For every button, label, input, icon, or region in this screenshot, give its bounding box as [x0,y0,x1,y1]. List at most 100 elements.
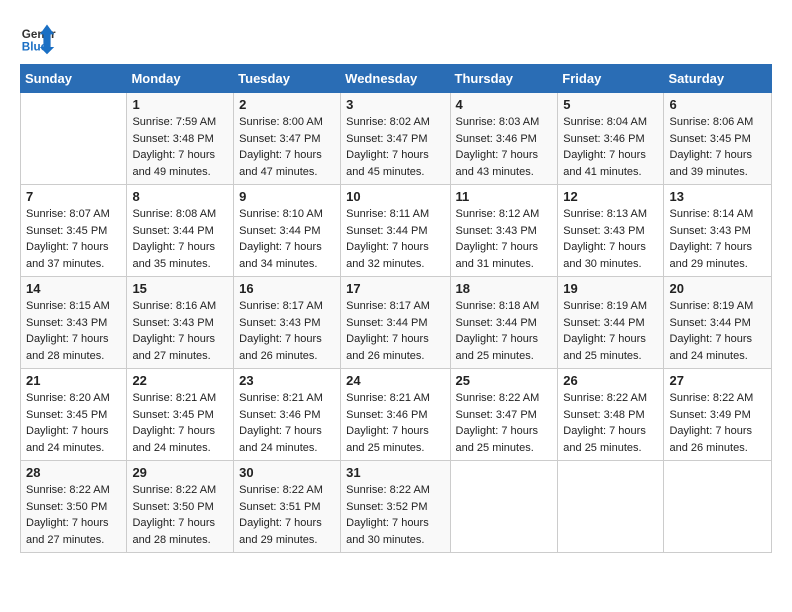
day-info: Sunrise: 8:08 AMSunset: 3:44 PMDaylight:… [132,206,228,272]
day-number: 1 [132,97,228,112]
sunset-text: Sunset: 3:45 PM [132,407,228,424]
sunset-text: Sunset: 3:44 PM [132,223,228,240]
sunset-text: Sunset: 3:44 PM [669,315,766,332]
calendar-cell: 25 Sunrise: 8:22 AMSunset: 3:47 PMDayligh… [450,369,558,461]
daylight-text: Daylight: 7 hours and 47 minutes. [239,147,335,180]
daylight-text: Daylight: 7 hours and 31 minutes. [456,239,553,272]
sunrise-text: Sunrise: 8:13 AM [563,206,658,223]
sunrise-text: Sunrise: 8:22 AM [456,390,553,407]
sunset-text: Sunset: 3:45 PM [26,223,121,240]
calendar-cell: 7 Sunrise: 8:07 AMSunset: 3:45 PMDaylight… [21,185,127,277]
calendar-cell: 11Sunrise: 8:12 AMSunset: 3:43 PMDayligh… [450,185,558,277]
day-number: 16 [239,281,335,296]
daylight-text: Daylight: 7 hours and 32 minutes. [346,239,444,272]
day-number: 31 [346,465,444,480]
calendar-cell: 2 Sunrise: 8:00 AMSunset: 3:47 PMDaylight… [234,93,341,185]
sunset-text: Sunset: 3:43 PM [132,315,228,332]
column-header-wednesday: Wednesday [341,65,450,93]
calendar-cell: 6 Sunrise: 8:06 AMSunset: 3:45 PMDaylight… [664,93,772,185]
daylight-text: Daylight: 7 hours and 49 minutes. [132,147,228,180]
day-info: Sunrise: 8:04 AMSunset: 3:46 PMDaylight:… [563,114,658,180]
day-number: 7 [26,189,121,204]
day-info: Sunrise: 8:06 AMSunset: 3:45 PMDaylight:… [669,114,766,180]
sunset-text: Sunset: 3:44 PM [239,223,335,240]
sunrise-text: Sunrise: 8:18 AM [456,298,553,315]
day-number: 10 [346,189,444,204]
calendar-week-row: 1 Sunrise: 7:59 AMSunset: 3:48 PMDaylight… [21,93,772,185]
daylight-text: Daylight: 7 hours and 25 minutes. [346,423,444,456]
calendar-cell: 22Sunrise: 8:21 AMSunset: 3:45 PMDayligh… [127,369,234,461]
daylight-text: Daylight: 7 hours and 25 minutes. [563,423,658,456]
day-info: Sunrise: 8:21 AMSunset: 3:46 PMDaylight:… [239,390,335,456]
sunset-text: Sunset: 3:44 PM [346,315,444,332]
calendar-cell: 14Sunrise: 8:15 AMSunset: 3:43 PMDayligh… [21,277,127,369]
day-info: Sunrise: 8:22 AMSunset: 3:47 PMDaylight:… [456,390,553,456]
sunset-text: Sunset: 3:43 PM [669,223,766,240]
day-number: 3 [346,97,444,112]
day-info: Sunrise: 8:22 AMSunset: 3:51 PMDaylight:… [239,482,335,548]
daylight-text: Daylight: 7 hours and 24 minutes. [132,423,228,456]
logo: General Blue [20,20,58,56]
day-info: Sunrise: 7:59 AMSunset: 3:48 PMDaylight:… [132,114,228,180]
calendar-cell: 15Sunrise: 8:16 AMSunset: 3:43 PMDayligh… [127,277,234,369]
day-info: Sunrise: 8:13 AMSunset: 3:43 PMDaylight:… [563,206,658,272]
day-number: 24 [346,373,444,388]
column-header-friday: Friday [558,65,664,93]
sunset-text: Sunset: 3:46 PM [456,131,553,148]
day-info: Sunrise: 8:22 AMSunset: 3:49 PMDaylight:… [669,390,766,456]
day-number: 2 [239,97,335,112]
daylight-text: Daylight: 7 hours and 26 minutes. [239,331,335,364]
day-number: 15 [132,281,228,296]
calendar-table: SundayMondayTuesdayWednesdayThursdayFrid… [20,64,772,553]
sunset-text: Sunset: 3:43 PM [456,223,553,240]
sunset-text: Sunset: 3:48 PM [563,407,658,424]
day-number: 11 [456,189,553,204]
sunrise-text: Sunrise: 8:20 AM [26,390,121,407]
day-number: 20 [669,281,766,296]
daylight-text: Daylight: 7 hours and 24 minutes. [26,423,121,456]
sunset-text: Sunset: 3:44 PM [456,315,553,332]
daylight-text: Daylight: 7 hours and 26 minutes. [669,423,766,456]
sunrise-text: Sunrise: 8:11 AM [346,206,444,223]
day-info: Sunrise: 8:00 AMSunset: 3:47 PMDaylight:… [239,114,335,180]
sunset-text: Sunset: 3:49 PM [669,407,766,424]
sunrise-text: Sunrise: 8:19 AM [669,298,766,315]
day-info: Sunrise: 8:03 AMSunset: 3:46 PMDaylight:… [456,114,553,180]
calendar-cell: 12Sunrise: 8:13 AMSunset: 3:43 PMDayligh… [558,185,664,277]
day-info: Sunrise: 8:14 AMSunset: 3:43 PMDaylight:… [669,206,766,272]
calendar-cell: 30Sunrise: 8:22 AMSunset: 3:51 PMDayligh… [234,461,341,553]
sunset-text: Sunset: 3:52 PM [346,499,444,516]
calendar-cell: 27 Sunrise: 8:22 AMSunset: 3:49 PMDayligh… [664,369,772,461]
logo-icon: General Blue [20,20,56,56]
daylight-text: Daylight: 7 hours and 25 minutes. [456,331,553,364]
sunset-text: Sunset: 3:46 PM [239,407,335,424]
sunrise-text: Sunrise: 8:22 AM [26,482,121,499]
calendar-cell: 28Sunrise: 8:22 AMSunset: 3:50 PMDayligh… [21,461,127,553]
day-number: 25 [456,373,553,388]
day-number: 22 [132,373,228,388]
day-info: Sunrise: 8:22 AMSunset: 3:52 PMDaylight:… [346,482,444,548]
day-number: 8 [132,189,228,204]
day-info: Sunrise: 8:22 AMSunset: 3:50 PMDaylight:… [132,482,228,548]
daylight-text: Daylight: 7 hours and 43 minutes. [456,147,553,180]
daylight-text: Daylight: 7 hours and 39 minutes. [669,147,766,180]
calendar-week-row: 14Sunrise: 8:15 AMSunset: 3:43 PMDayligh… [21,277,772,369]
day-info: Sunrise: 8:19 AMSunset: 3:44 PMDaylight:… [563,298,658,364]
page-header: General Blue [20,20,772,56]
calendar-cell [450,461,558,553]
day-number: 26 [563,373,658,388]
calendar-cell: 26Sunrise: 8:22 AMSunset: 3:48 PMDayligh… [558,369,664,461]
calendar-week-row: 21Sunrise: 8:20 AMSunset: 3:45 PMDayligh… [21,369,772,461]
daylight-text: Daylight: 7 hours and 25 minutes. [456,423,553,456]
column-header-sunday: Sunday [21,65,127,93]
day-number: 13 [669,189,766,204]
calendar-cell: 10Sunrise: 8:11 AMSunset: 3:44 PMDayligh… [341,185,450,277]
sunset-text: Sunset: 3:44 PM [563,315,658,332]
day-number: 21 [26,373,121,388]
day-info: Sunrise: 8:07 AMSunset: 3:45 PMDaylight:… [26,206,121,272]
calendar-cell: 13 Sunrise: 8:14 AMSunset: 3:43 PMDayligh… [664,185,772,277]
calendar-week-row: 28Sunrise: 8:22 AMSunset: 3:50 PMDayligh… [21,461,772,553]
day-number: 6 [669,97,766,112]
day-number: 27 [669,373,766,388]
calendar-cell: 1 Sunrise: 7:59 AMSunset: 3:48 PMDaylight… [127,93,234,185]
